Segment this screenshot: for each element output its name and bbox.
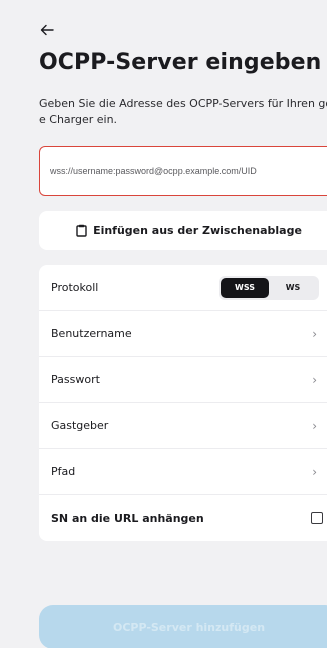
clipboard-icon (76, 224, 87, 237)
host-row[interactable]: Gastgeber › (39, 403, 327, 449)
ocpp-url-input[interactable] (50, 166, 327, 176)
username-row[interactable]: Benutzername › (39, 311, 327, 357)
page-title: OCPP-Server eingeben (39, 50, 322, 75)
server-settings-list: Protokoll WSS WS Benutzername › Passwort… (39, 265, 327, 541)
chevron-right-icon: › (312, 326, 317, 341)
paste-from-clipboard-button[interactable]: Einfügen aus der Zwischenablage (39, 211, 327, 250)
path-row[interactable]: Pfad › (39, 449, 327, 495)
protocol-option-ws[interactable]: WS (269, 278, 317, 298)
back-button[interactable] (40, 22, 60, 40)
chevron-right-icon: › (312, 464, 317, 479)
path-label: Pfad (51, 465, 76, 478)
password-row[interactable]: Passwort › (39, 357, 327, 403)
protocol-row: Protokoll WSS WS (39, 265, 327, 311)
protocol-label: Protokoll (51, 281, 99, 294)
append-sn-label: SN an die URL anhängen (51, 511, 204, 525)
protocol-segmented-control: WSS WS (219, 275, 319, 300)
append-sn-checkbox[interactable] (311, 512, 323, 524)
paste-button-label: Einfügen aus der Zwischenablage (93, 224, 302, 237)
host-label: Gastgeber (51, 419, 109, 432)
chevron-right-icon: › (312, 372, 317, 387)
add-ocpp-server-button[interactable]: OCPP-Server hinzufügen (39, 605, 327, 648)
password-label: Passwort (51, 373, 100, 386)
append-sn-row[interactable]: SN an die URL anhängen (39, 495, 327, 541)
protocol-option-wss[interactable]: WSS (221, 277, 269, 298)
ocpp-url-field[interactable] (39, 146, 327, 196)
username-label: Benutzername (51, 327, 132, 340)
arrow-left-icon (40, 24, 54, 36)
chevron-right-icon: › (312, 418, 317, 433)
page-description: Geben Sie die Adresse des OCPP-Servers f… (39, 97, 327, 126)
